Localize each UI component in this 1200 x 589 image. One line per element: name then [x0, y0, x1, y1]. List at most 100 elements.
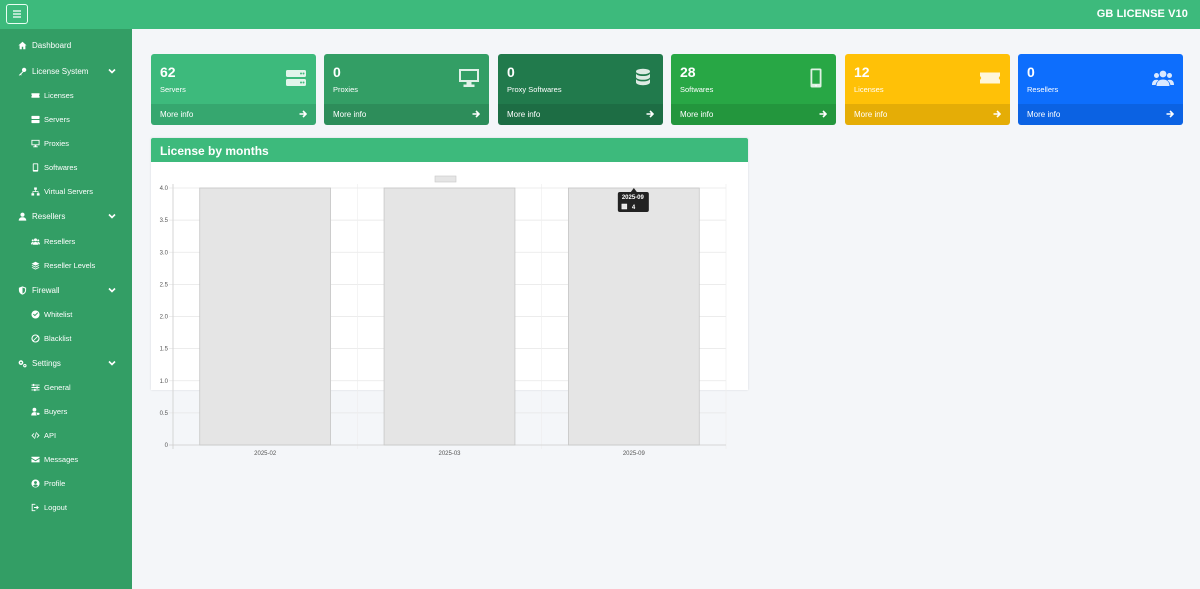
network-icon [30, 186, 40, 196]
sidebar-item-label: Buyers [44, 406, 68, 416]
more-info-link[interactable]: More info [845, 104, 1010, 125]
more-info-link[interactable]: More info [324, 104, 489, 125]
sidebar-item-label: Firewall [32, 285, 60, 295]
sidebar-item-proxies[interactable]: Proxies [0, 133, 132, 153]
stat-card-softwares: 28 Softwares More info [671, 54, 836, 125]
sidebar-item-dashboard[interactable]: Dashboard [0, 35, 132, 55]
sidebar-item-settings[interactable]: Settings [0, 353, 132, 373]
sidebar-item-buyers[interactable]: Buyers [0, 401, 132, 421]
more-info-link[interactable]: More info [498, 104, 663, 125]
ticket-icon [30, 90, 40, 100]
card-value: 0 [507, 64, 515, 80]
sidebar-item-resellers-group[interactable]: Resellers [0, 206, 132, 226]
arrow-right-icon [299, 110, 307, 118]
sliders-icon [30, 382, 40, 392]
check-circle-icon [30, 309, 40, 319]
server-icon [285, 68, 307, 88]
top-navbar: GB LICENSE V10 [0, 0, 1200, 29]
sidebar-item-servers[interactable]: Servers [0, 109, 132, 129]
y-tick-label: 0 [165, 443, 169, 449]
sidebar-item-license-system[interactable]: License System [0, 61, 132, 81]
sidebar-item-label: License System [32, 66, 89, 76]
sidebar-item-messages[interactable]: Messages [0, 449, 132, 469]
cogs-icon [17, 358, 27, 368]
sidebar-item-reseller-levels[interactable]: Reseller Levels [0, 255, 132, 275]
users-icon [30, 236, 40, 246]
x-tick-label: 2025-02 [254, 451, 277, 457]
sidebar-item-virtual-servers[interactable]: Virtual Servers [0, 181, 132, 201]
chevron-down-icon[interactable] [108, 67, 116, 75]
card-label: Proxies [333, 85, 359, 94]
license-chart-panel: License by months [151, 138, 748, 390]
sidebar-item-label: Resellers [32, 211, 66, 221]
panel-header: License by months [151, 138, 748, 162]
sidebar-item-label: Virtual Servers [44, 186, 94, 196]
sidebar-item-label: Logout [44, 502, 67, 512]
sidebar: Dashboard License System Licenses Server… [0, 29, 132, 589]
sign-out-icon [30, 502, 40, 512]
mobile-icon [805, 68, 827, 88]
more-info-label: More info [507, 110, 541, 119]
sidebar-item-label: Settings [32, 358, 61, 368]
card-label: Softwares [680, 85, 714, 94]
sidebar-item-whitelist[interactable]: Whitelist [0, 304, 132, 324]
shield-icon [17, 285, 27, 295]
user-circle-icon [30, 478, 40, 488]
chevron-down-icon[interactable] [108, 286, 116, 294]
sidebar-item-api[interactable]: API [0, 425, 132, 445]
sidebar-item-softwares[interactable]: Softwares [0, 157, 132, 177]
more-info-label: More info [854, 110, 888, 119]
card-value: 12 [854, 64, 870, 80]
more-info-label: More info [333, 110, 367, 119]
sidebar-item-general[interactable]: General [0, 377, 132, 397]
chevron-down-icon[interactable] [108, 359, 116, 367]
sidebar-item-label: Licenses [44, 90, 74, 100]
arrow-right-icon [993, 110, 1001, 118]
sidebar-item-label: Proxies [44, 138, 70, 148]
user-tag-icon [30, 406, 40, 416]
envelope-icon [30, 454, 40, 464]
stat-card-resellers: 0 Resellers More info [1018, 54, 1183, 125]
sidebar-item-label: Profile [44, 478, 66, 488]
arrow-right-icon [646, 110, 654, 118]
stat-card-proxies: 0 Proxies More info [324, 54, 489, 125]
more-info-label: More info [680, 110, 714, 119]
stat-card-licenses: 12 Licenses More info [845, 54, 1010, 125]
home-icon [17, 40, 27, 50]
sidebar-item-resellers[interactable]: Resellers [0, 231, 132, 251]
user-icon [17, 211, 27, 221]
y-tick-label: 0.5 [160, 411, 169, 417]
sidebar-item-label: General [44, 382, 71, 392]
card-value: 62 [160, 64, 176, 80]
card-value: 28 [680, 64, 696, 80]
arrow-right-icon [1166, 110, 1174, 118]
database-icon [632, 68, 654, 88]
sidebar-item-licenses[interactable]: Licenses [0, 85, 132, 105]
more-info-link[interactable]: More info [1018, 104, 1183, 125]
stat-card-servers: 62 Servers More info [151, 54, 316, 125]
sidebar-toggle-button[interactable] [6, 4, 28, 24]
chevron-down-icon[interactable] [108, 212, 116, 220]
desktop-icon [30, 138, 40, 148]
more-info-link[interactable]: More info [671, 104, 836, 125]
more-info-label: More info [160, 110, 194, 119]
arrow-right-icon [472, 110, 480, 118]
mobile-icon [30, 162, 40, 172]
ticket-icon [979, 68, 1001, 88]
sidebar-item-label: Reseller Levels [44, 260, 96, 270]
users-icon [1152, 68, 1174, 88]
sidebar-item-label: Whitelist [44, 309, 73, 319]
card-value: 0 [1027, 64, 1035, 80]
card-label: Licenses [854, 85, 884, 94]
more-info-link[interactable]: More info [151, 104, 316, 125]
sidebar-item-firewall[interactable]: Firewall [0, 280, 132, 300]
more-info-label: More info [1027, 110, 1061, 119]
panel-title: License by months [160, 144, 269, 158]
sidebar-item-label: Resellers [44, 236, 76, 246]
card-value: 0 [333, 64, 341, 80]
code-icon [30, 430, 40, 440]
x-tick-label: 2025-03 [438, 451, 461, 457]
sidebar-item-logout[interactable]: Logout [0, 497, 132, 517]
sidebar-item-blacklist[interactable]: Blacklist [0, 328, 132, 348]
sidebar-item-profile[interactable]: Profile [0, 473, 132, 493]
